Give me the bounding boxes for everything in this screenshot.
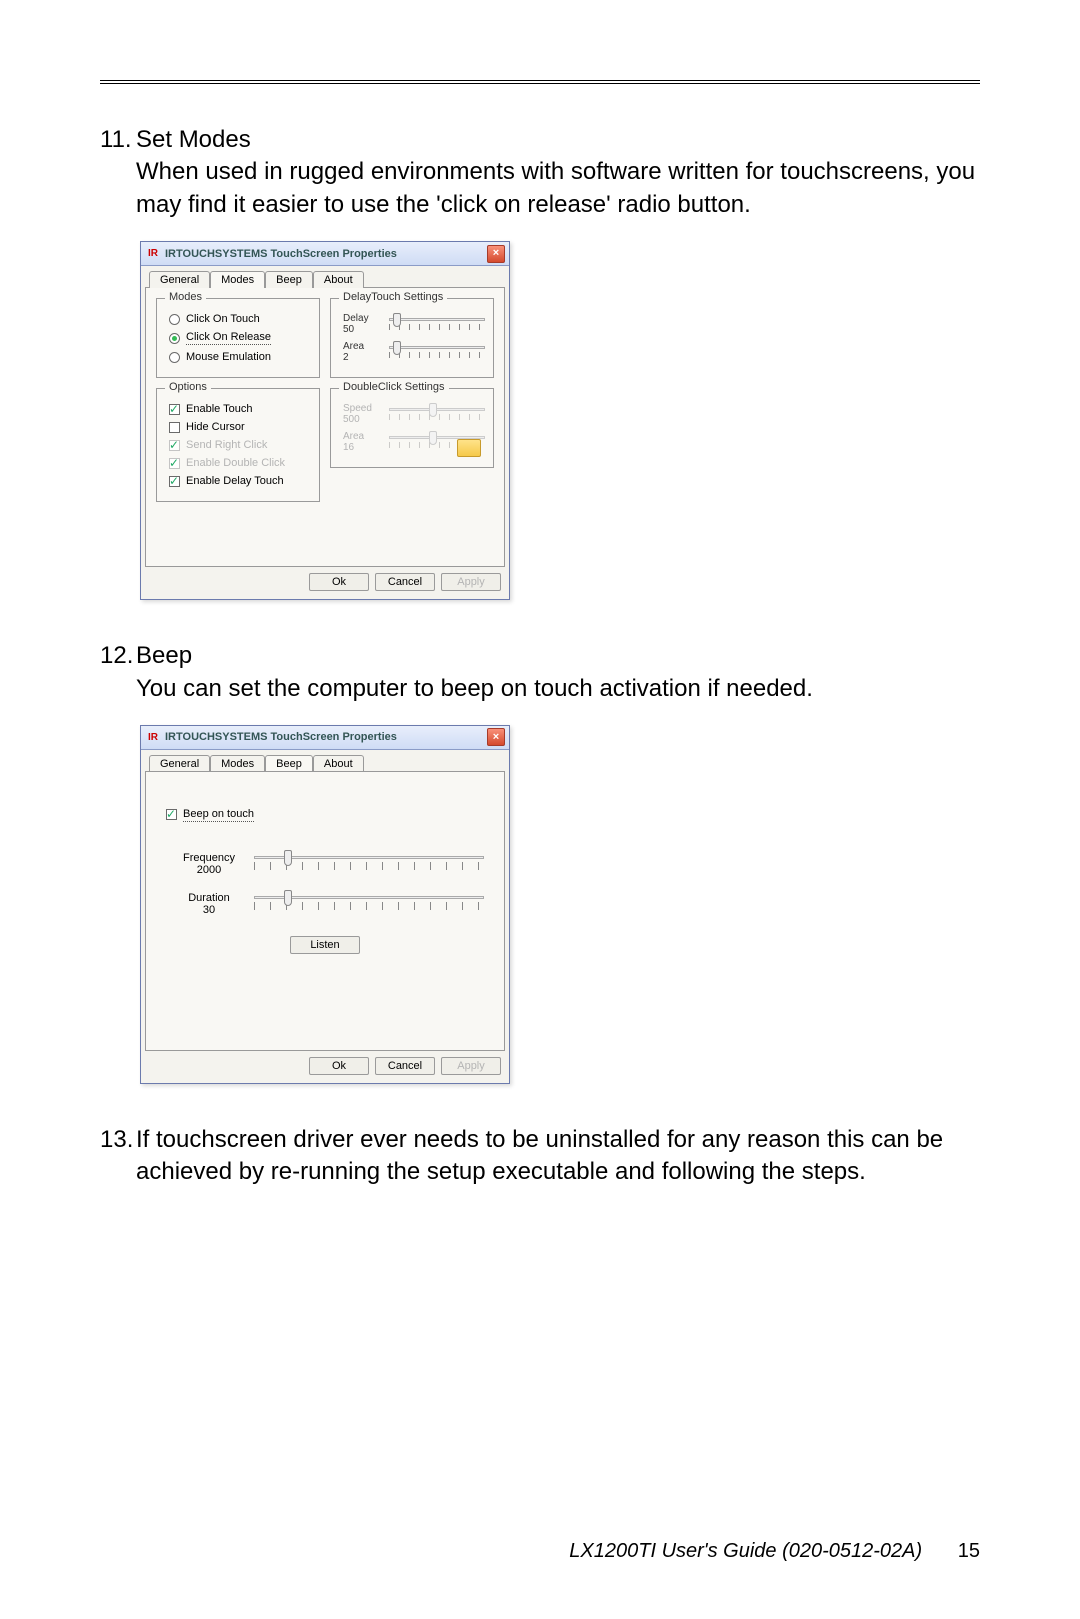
- slider-area2-label: Area: [343, 431, 364, 442]
- radio-click-on-touch-label: Click On Touch: [186, 313, 260, 325]
- tab-modes[interactable]: Modes: [210, 271, 265, 288]
- radio-click-on-release[interactable]: Click On Release: [169, 331, 311, 345]
- item-13: 13. If touchscreen driver ever needs to …: [100, 1124, 980, 1189]
- group-doubleclick-title: DoubleClick Settings: [339, 381, 449, 393]
- chk-send-right-click: Send Right Click: [169, 439, 311, 451]
- radio-click-on-touch[interactable]: Click On Touch: [169, 313, 311, 325]
- chk-enable-double-click-label: Enable Double Click: [186, 457, 285, 469]
- chk-enable-delay-touch-label: Enable Delay Touch: [186, 475, 284, 487]
- item-11: 11. Set Modes When used in rugged enviro…: [100, 124, 980, 221]
- chk-hide-cursor-label: Hide Cursor: [186, 421, 245, 433]
- chk-enable-delay-touch[interactable]: Enable Delay Touch: [169, 475, 311, 487]
- folder-icon[interactable]: [457, 439, 481, 457]
- group-options-title: Options: [165, 381, 211, 393]
- tabs: General Modes Beep About: [149, 755, 505, 772]
- tab-beep[interactable]: Beep: [265, 755, 313, 772]
- chk-beep-on-touch-label: Beep on touch: [183, 808, 254, 822]
- ok-button[interactable]: Ok: [309, 573, 369, 591]
- dialog-beep: IR IRTOUCHSYSTEMS TouchScreen Properties…: [140, 725, 510, 1084]
- radio-mouse-emulation-label: Mouse Emulation: [186, 351, 271, 363]
- item-11-desc: When used in rugged environments with so…: [136, 156, 980, 221]
- slider-duration-value: 30: [203, 904, 215, 916]
- close-icon[interactable]: ×: [487, 245, 505, 263]
- group-modes-title: Modes: [165, 291, 206, 303]
- item-12-title: Beep: [136, 640, 980, 672]
- slider-speed-label: Speed: [343, 403, 372, 414]
- footer: LX1200TI User's Guide (020-0512-02A) 15: [569, 1540, 980, 1563]
- chk-enable-double-click: Enable Double Click: [169, 457, 311, 469]
- window-title: IRTOUCHSYSTEMS TouchScreen Properties: [165, 731, 397, 743]
- chk-send-right-click-label: Send Right Click: [186, 439, 267, 451]
- page-number: 15: [958, 1540, 980, 1562]
- item-11-num: 11.: [100, 124, 136, 221]
- slider-speed: Speed500: [343, 403, 485, 425]
- tab-beep[interactable]: Beep: [265, 271, 313, 288]
- cancel-button[interactable]: Cancel: [375, 573, 435, 591]
- item-12-desc: You can set the computer to beep on touc…: [136, 673, 980, 705]
- chk-beep-on-touch[interactable]: Beep on touch: [166, 808, 484, 822]
- tab-about[interactable]: About: [313, 755, 364, 772]
- apply-button: Apply: [441, 573, 501, 591]
- cancel-button[interactable]: Cancel: [375, 1057, 435, 1075]
- item-12-num: 12.: [100, 640, 136, 705]
- slider-delay-label: Delay: [343, 313, 369, 324]
- group-delaytouch-title: DelayTouch Settings: [339, 291, 447, 303]
- slider-duration[interactable]: Duration 30: [176, 892, 484, 916]
- chk-enable-touch[interactable]: Enable Touch: [169, 403, 311, 415]
- dialog-modes: IR IRTOUCHSYSTEMS TouchScreen Properties…: [140, 241, 510, 600]
- slider-duration-label: Duration: [188, 892, 230, 904]
- group-doubleclick: DoubleClick Settings Speed500 Area16: [330, 388, 494, 468]
- item-11-title: Set Modes: [136, 124, 980, 156]
- slider-delay-value: 50: [343, 324, 383, 335]
- close-icon[interactable]: ×: [487, 728, 505, 746]
- slider-frequency-value: 2000: [197, 864, 221, 876]
- apply-button: Apply: [441, 1057, 501, 1075]
- item-13-desc: If touchscreen driver ever needs to be u…: [136, 1124, 980, 1189]
- footer-guide: LX1200TI User's Guide (020-0512-02A): [569, 1540, 922, 1562]
- slider-speed-value: 500: [343, 414, 383, 425]
- window-title: IRTOUCHSYSTEMS TouchScreen Properties: [165, 248, 397, 260]
- group-modes: Modes Click On Touch Click On Release Mo…: [156, 298, 320, 378]
- tab-about[interactable]: About: [313, 271, 364, 288]
- slider-frequency[interactable]: Frequency 2000: [176, 852, 484, 876]
- slider-area-label: Area: [343, 341, 364, 352]
- slider-area[interactable]: Area2: [343, 341, 485, 363]
- group-options: Options Enable Touch Hide Cursor Send Ri…: [156, 388, 320, 502]
- tab-general[interactable]: General: [149, 755, 210, 772]
- tab-modes[interactable]: Modes: [210, 755, 265, 772]
- slider-frequency-label: Frequency: [183, 852, 235, 864]
- ok-button[interactable]: Ok: [309, 1057, 369, 1075]
- titlebar: IR IRTOUCHSYSTEMS TouchScreen Properties…: [141, 242, 509, 266]
- chk-hide-cursor[interactable]: Hide Cursor: [169, 421, 311, 433]
- top-rule: [100, 80, 980, 84]
- slider-area2-value: 16: [343, 442, 383, 453]
- chk-enable-touch-label: Enable Touch: [186, 403, 252, 415]
- app-icon: IR: [145, 246, 161, 262]
- group-delaytouch: DelayTouch Settings Delay50 Area2: [330, 298, 494, 378]
- slider-delay[interactable]: Delay50: [343, 313, 485, 335]
- titlebar: IR IRTOUCHSYSTEMS TouchScreen Properties…: [141, 726, 509, 750]
- tab-general[interactable]: General: [149, 271, 210, 288]
- app-icon: IR: [145, 729, 161, 745]
- tabs: General Modes Beep About: [149, 271, 505, 288]
- slider-area-value: 2: [343, 352, 383, 363]
- radio-click-on-release-label: Click On Release: [186, 331, 271, 345]
- listen-button[interactable]: Listen: [290, 936, 360, 954]
- item-13-num: 13.: [100, 1124, 136, 1189]
- radio-mouse-emulation[interactable]: Mouse Emulation: [169, 351, 311, 363]
- item-12: 12. Beep You can set the computer to bee…: [100, 640, 980, 705]
